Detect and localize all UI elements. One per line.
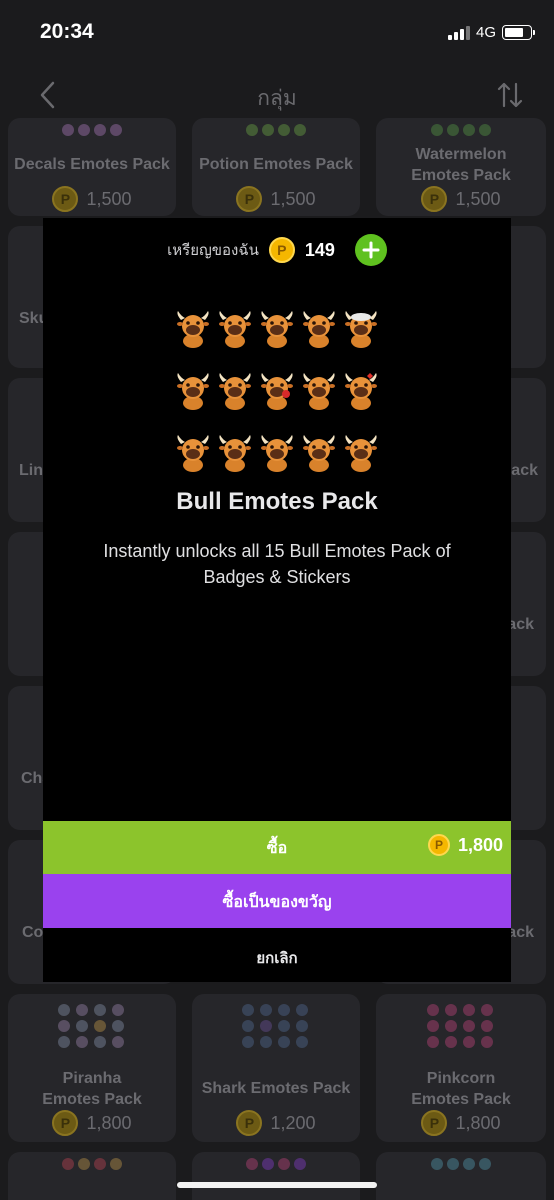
pack-thumbnail <box>62 1158 122 1170</box>
sort-button[interactable] <box>496 80 524 110</box>
balance-label: เหรียญของฉัน <box>167 242 259 259</box>
bull-emote-icon <box>256 432 298 474</box>
bull-emote-icon <box>298 308 340 350</box>
bull-emote-icon <box>256 370 298 412</box>
bull-emote-icon <box>214 308 256 350</box>
price-value: 1,500 <box>455 188 501 209</box>
bull-emote-icon <box>214 432 256 474</box>
pack-name: Bull Emotes Pack <box>176 488 378 515</box>
bull-emote-icon <box>172 432 214 474</box>
pack-title-peek: Lin <box>19 462 43 479</box>
bull-emote-icon <box>340 432 382 474</box>
buy-price: P 1,800 <box>427 834 503 856</box>
coin-icon: P <box>52 1110 79 1136</box>
pack-title: Decals Emotes Pack <box>14 156 170 173</box>
pack-title-peek: ack <box>507 924 534 941</box>
pack-title-peek: ack <box>511 462 538 479</box>
pack-card[interactable]: Piranha Emotes Pack P 1,800 <box>8 994 176 1142</box>
coin-icon: P <box>427 834 450 856</box>
home-indicator[interactable] <box>177 1182 377 1188</box>
pack-thumbnail <box>246 1158 306 1170</box>
pack-thumbnail <box>246 124 306 136</box>
pack-price: P 1,800 <box>8 1110 176 1136</box>
bull-emote-icon <box>214 370 256 412</box>
pack-title: Piranha Emotes Pack <box>42 1070 142 1108</box>
price-value: 1,800 <box>455 1112 501 1133</box>
pack-title-peek: Co <box>22 924 44 941</box>
pack-price: P 1,800 <box>376 1110 546 1136</box>
gift-label: ซื้อเป็นของขวัญ <box>222 894 332 911</box>
price-value: 1,500 <box>86 188 132 209</box>
price-value: 1,500 <box>270 188 316 209</box>
page-title: กลุ่ม <box>257 87 297 110</box>
sort-icon <box>497 82 523 108</box>
pack-price: P 1,500 <box>192 186 360 212</box>
coin-icon: P <box>421 1110 448 1136</box>
pack-title: Shark Emotes Pack <box>201 1080 351 1097</box>
pack-card[interactable] <box>8 1152 176 1200</box>
gift-button[interactable]: ซื้อเป็นของขวัญ <box>43 874 511 928</box>
cancel-button[interactable]: ยกเลิก <box>43 928 511 982</box>
pack-thumbnail <box>427 1004 495 1048</box>
pack-thumbnail <box>431 124 491 136</box>
price-value: 1,800 <box>457 834 503 855</box>
pack-description: Instantly unlocks all 15 Bull Emotes Pac… <box>103 541 451 587</box>
coin-icon: P <box>236 186 263 212</box>
pack-thumbnail <box>242 1004 310 1048</box>
pack-title: Pinkcorn Emotes Pack <box>411 1070 511 1108</box>
pack-price: P 1,200 <box>192 1110 360 1136</box>
app-screen: Decals Emotes Pack P 1,500 Potion Emotes… <box>0 0 554 1200</box>
price-value: 1,200 <box>270 1112 316 1133</box>
pack-card[interactable]: Pinkcorn Emotes Pack P 1,800 <box>376 994 546 1142</box>
pack-card[interactable] <box>192 1152 360 1200</box>
pack-price: P 1,500 <box>8 186 176 212</box>
bull-emote-icon <box>298 432 340 474</box>
signal-icon <box>447 25 470 40</box>
balance-value: 149 <box>304 239 335 260</box>
nav-bar: กลุ่ม <box>0 68 554 124</box>
pack-thumbnail <box>431 1158 491 1170</box>
pack-card[interactable]: Potion Emotes Pack P 1,500 <box>192 118 360 216</box>
pack-card[interactable] <box>376 1152 546 1200</box>
cancel-label: ยกเลิก <box>256 950 298 967</box>
status-time: 20:34 <box>40 20 94 43</box>
buy-button[interactable]: ซื้อ P 1,800 <box>43 821 511 874</box>
coin-icon: P <box>268 237 295 263</box>
bull-emote-icon <box>172 308 214 350</box>
bull-emote-icon <box>340 370 382 412</box>
pack-title-peek: ack <box>507 616 534 633</box>
pack-card[interactable]: Decals Emotes Pack P 1,500 <box>8 118 176 216</box>
bull-emote-icon <box>298 370 340 412</box>
status-bar: 20:34 4G <box>0 0 554 68</box>
network-type: 4G <box>475 24 496 41</box>
plus-icon <box>362 241 380 259</box>
pack-price: P 1,500 <box>376 186 546 212</box>
bull-emote-icon <box>172 370 214 412</box>
emote-preview-grid <box>172 308 382 474</box>
coin-icon: P <box>52 186 79 212</box>
coin-balance: เหรียญของฉัน P 149 <box>43 234 511 266</box>
add-coins-button[interactable] <box>354 234 387 266</box>
pack-title: Watermelon Emotes Pack <box>411 146 511 184</box>
bull-emote-icon <box>256 308 298 350</box>
pack-thumbnail <box>58 1004 126 1048</box>
pack-thumbnail <box>62 124 122 136</box>
pack-title: Potion Emotes Pack <box>199 156 353 173</box>
coin-icon: P <box>236 1110 263 1136</box>
battery-icon <box>502 25 535 40</box>
status-indicators: 4G <box>447 24 535 41</box>
coin-icon: P <box>421 186 448 212</box>
bull-emote-icon <box>340 308 382 350</box>
pack-card[interactable]: Shark Emotes Pack P 1,200 <box>192 994 360 1142</box>
pack-card[interactable]: Watermelon Emotes Pack P 1,500 <box>376 118 546 216</box>
price-value: 1,800 <box>86 1112 132 1133</box>
purchase-dialog: เหรียญของฉัน P 149 Bull Emotes Pack Inst… <box>43 218 511 982</box>
